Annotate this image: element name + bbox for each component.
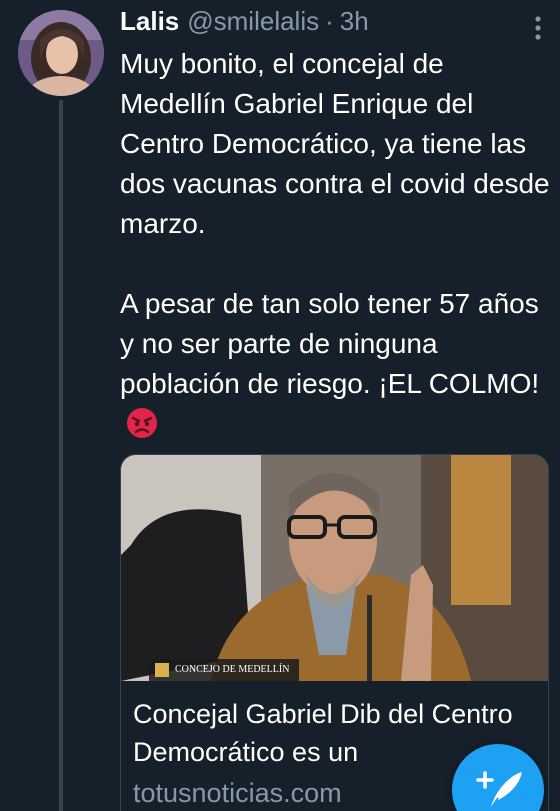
link-preview-domain: totusnoticias.com [133, 778, 342, 808]
tweet-body: Muy bonito, el concejal de Medellín Gabr… [120, 44, 550, 450]
link-preview-image-caption: CONCEJO DE MEDELLÍN [175, 664, 290, 675]
user-handle[interactable]: @smilelalis [187, 6, 319, 37]
link-preview-image: CONCEJO DE MEDELLÍN [121, 455, 548, 681]
tweet-text-paragraph-2: A pesar de tan solo tener 57 años y no s… [120, 284, 550, 450]
more-vertical-icon[interactable] [528, 14, 548, 42]
thread-connector-line [59, 100, 63, 811]
tweet-header: Lalis @smilelalis · 3h [120, 6, 369, 42]
angry-face-icon [126, 407, 158, 450]
compose-tweet-icon [476, 771, 522, 811]
tweet-timestamp[interactable]: 3h [340, 6, 369, 37]
tweet-screen: Lalis @smilelalis · 3h Muy bonito, el co… [0, 0, 560, 811]
display-name[interactable]: Lalis [120, 6, 179, 37]
header-separator: · [325, 6, 334, 36]
avatar-photo [18, 10, 104, 96]
tweet-text-paragraph-2-text: A pesar de tan solo tener 57 años y no s… [120, 288, 540, 399]
avatar[interactable] [18, 10, 104, 96]
tweet-text-paragraph-1: Muy bonito, el concejal de Medellín Gabr… [120, 48, 550, 239]
